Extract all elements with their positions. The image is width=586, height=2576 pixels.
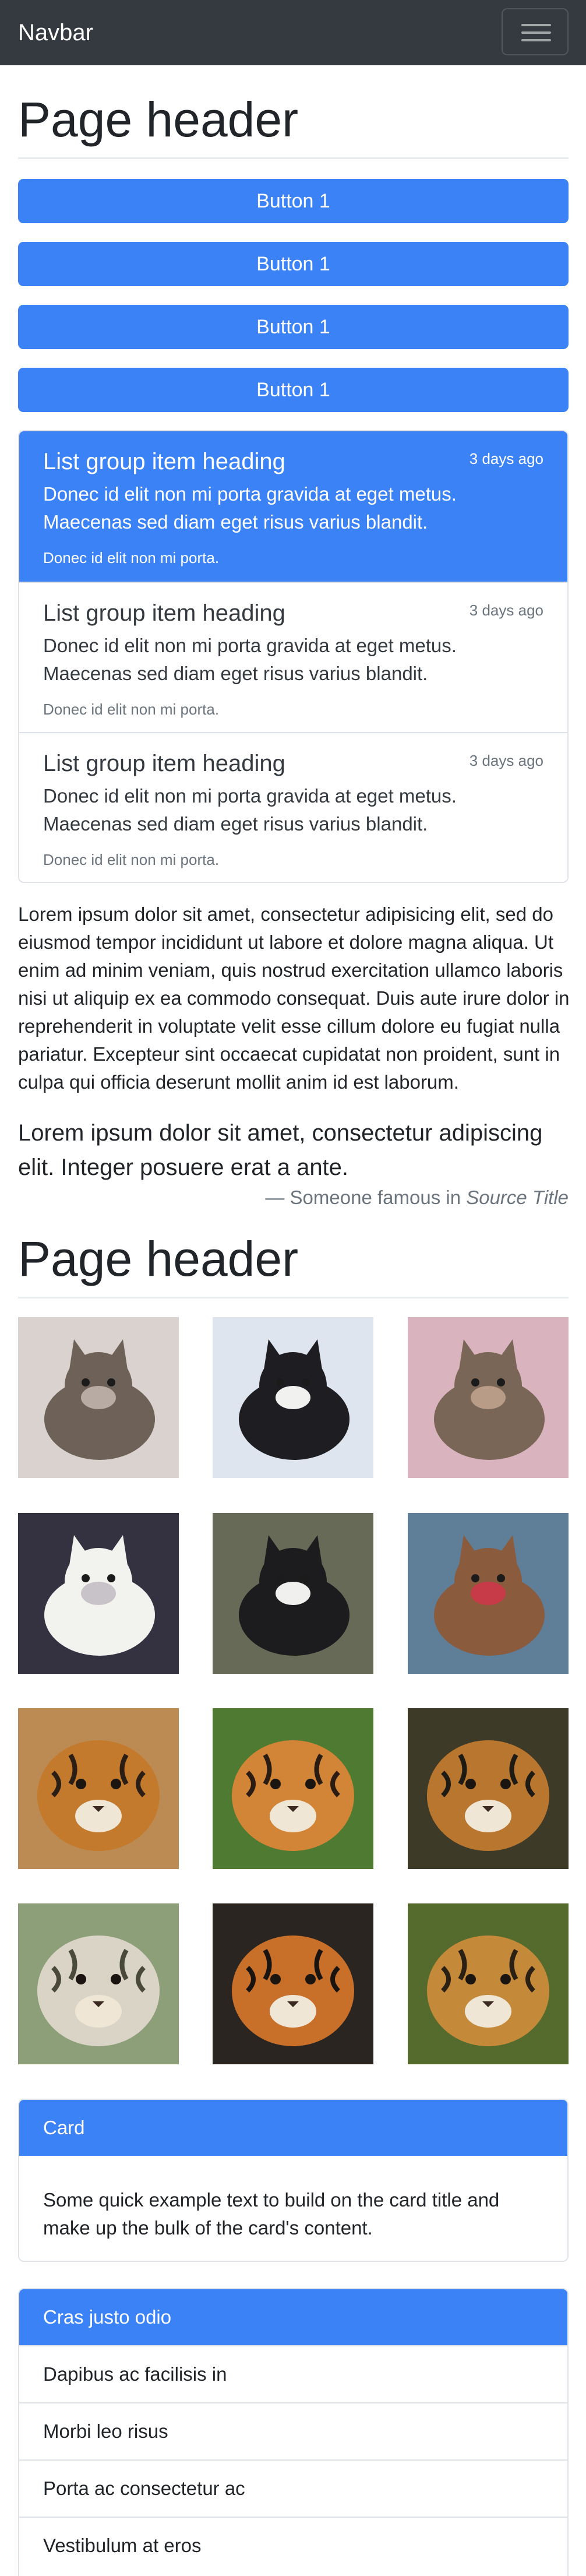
- list-item-heading: List group item heading: [43, 449, 285, 474]
- list-item-small: Donec id elit non mi porta.: [43, 701, 220, 718]
- list-group-item[interactable]: List group item heading 3 days ago Donec…: [19, 732, 567, 882]
- tiger-photo: [408, 1708, 569, 1869]
- cat-photo: [408, 1317, 569, 1478]
- list-item-text: Donec id elit non mi porta gravida at eg…: [43, 635, 457, 684]
- cat-photo: [408, 1513, 569, 1674]
- tiger-photo: [213, 1903, 373, 2064]
- tiger-photo: [18, 1903, 179, 2064]
- list-item-time: 3 days ago: [469, 450, 543, 467]
- list-group: List group item heading 3 days ago Donec…: [18, 430, 569, 883]
- tiger-photo: [18, 1708, 179, 1869]
- panel-list-item[interactable]: Dapibus ac facilisis in: [19, 2345, 567, 2402]
- list-item-small: Donec id elit non mi porta.: [43, 851, 220, 868]
- list-group-item[interactable]: List group item heading 3 days ago Donec…: [19, 431, 567, 582]
- list-item-text: Donec id elit non mi porta gravida at eg…: [43, 483, 457, 533]
- card-header: Card: [19, 2100, 567, 2156]
- card-text: Some quick example text to build on the …: [43, 2189, 500, 2239]
- page-header-2: Page header: [18, 1230, 569, 1298]
- cat-photo: [213, 1513, 373, 1674]
- list-item-time: 3 days ago: [469, 752, 543, 769]
- page-title-2: Page header: [18, 1231, 299, 1286]
- page-title: Page header: [18, 92, 299, 147]
- navbar-brand[interactable]: Navbar: [18, 19, 93, 47]
- blockquote-footer: — Someone famous in Source Title: [18, 1185, 569, 1210]
- cat-photo: [18, 1513, 179, 1674]
- panel-header: Cras justo odio: [19, 2289, 567, 2345]
- list-panel: Cras justo odio Dapibus ac facilisis in …: [18, 2288, 569, 2576]
- list-group-item[interactable]: List group item heading 3 days ago Donec…: [19, 582, 567, 732]
- button-4[interactable]: Button 1: [18, 368, 569, 412]
- cat-photo: [18, 1317, 179, 1478]
- navbar-toggler-button[interactable]: [502, 8, 569, 55]
- list-item-small: Donec id elit non mi porta.: [43, 549, 220, 566]
- blockquote-attribution: — Someone famous in: [265, 1187, 461, 1208]
- panel-list-item[interactable]: Vestibulum at eros: [19, 2517, 567, 2574]
- cat-photo: [213, 1317, 373, 1478]
- blockquote: Lorem ipsum dolor sit amet, consectetur …: [18, 1116, 569, 1210]
- list-item-time: 3 days ago: [469, 601, 543, 619]
- list-item-heading: List group item heading: [43, 751, 285, 776]
- blockquote-source: Source Title: [466, 1187, 569, 1208]
- panel-list-item[interactable]: Morbi leo risus: [19, 2402, 567, 2459]
- card: Card Some quick example text to build on…: [18, 2099, 569, 2262]
- tiger-photo: [213, 1708, 373, 1869]
- button-3[interactable]: Button 1: [18, 305, 569, 349]
- body-paragraph: Lorem ipsum dolor sit amet, consectetur …: [18, 903, 570, 1093]
- blockquote-text: Lorem ipsum dolor sit amet, consectetur …: [18, 1120, 543, 1180]
- list-item-heading: List group item heading: [43, 600, 285, 626]
- tiger-photo: [408, 1903, 569, 2064]
- page-header: Page header: [18, 90, 569, 159]
- button-1[interactable]: Button 1: [18, 179, 569, 223]
- button-2[interactable]: Button 1: [18, 242, 569, 286]
- list-item-text: Donec id elit non mi porta gravida at eg…: [43, 785, 457, 835]
- panel-list-item[interactable]: Porta ac consectetur ac: [19, 2459, 567, 2517]
- navbar: Navbar: [0, 0, 586, 65]
